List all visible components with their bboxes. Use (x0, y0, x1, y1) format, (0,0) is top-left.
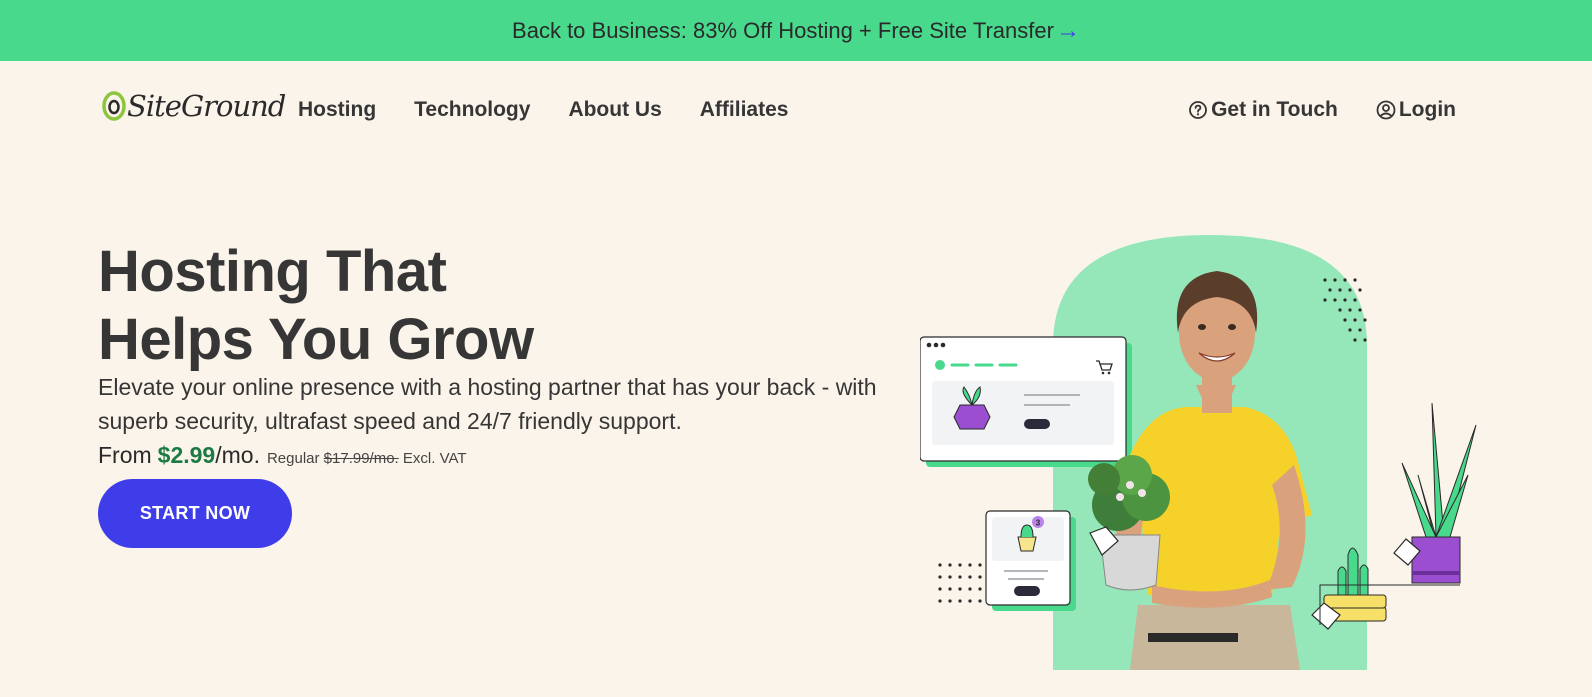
logo-text: SiteGround (127, 89, 286, 123)
start-now-button[interactable]: START NOW (98, 479, 292, 548)
hero-title-line-1: Hosting That (98, 239, 447, 304)
login-label[interactable]: Login (1399, 98, 1456, 122)
nav-item-about-us[interactable]: About Us (568, 98, 661, 122)
nav-item-technology[interactable]: Technology (414, 98, 530, 122)
product-card-small: 3 (985, 510, 1076, 611)
primary-menu: Hosting Technology About Us Affiliates (298, 98, 788, 122)
user-circle-icon (1376, 100, 1396, 120)
regular-label: Regular (266, 450, 320, 467)
promo-text[interactable]: Back to Business: 83% Off Hosting + Free… (512, 18, 1054, 44)
get-in-touch-label[interactable]: Get in Touch (1211, 98, 1338, 122)
question-circle-icon (1189, 101, 1207, 119)
price-line: From $2.99 /mo. Regular $17.99/mo. Excl.… (98, 442, 467, 469)
hero-illustration: 3 (920, 235, 1477, 670)
get-in-touch-link[interactable]: Get in Touch (1188, 98, 1338, 122)
price-suffix: /mo. (215, 442, 260, 468)
nav-item-hosting[interactable]: Hosting (298, 98, 376, 122)
logo-mark-icon (102, 91, 126, 121)
hero-subtitle: Elevate your online presence with a host… (98, 374, 877, 434)
purple-pot-icon (953, 404, 991, 430)
login-link[interactable]: Login (1376, 98, 1456, 122)
regular-price: $17.99/mo. (323, 450, 399, 467)
secondary-menu: Get in Touch Login (1188, 98, 1456, 122)
main-nav: SiteGround Hosting Technology About Us A… (0, 61, 1592, 161)
price-prefix: From (98, 442, 152, 468)
browser-window-card (920, 336, 1132, 467)
hero-title: Hosting That Helps You Grow (98, 238, 534, 374)
siteground-logo[interactable]: SiteGround (102, 89, 286, 123)
dot-pattern-bottom-left (938, 563, 982, 603)
price-amount: $2.99 (157, 442, 216, 468)
cart-badge-count: 3 (1036, 519, 1041, 528)
promo-banner[interactable]: Back to Business: 83% Off Hosting + Free… (0, 0, 1592, 61)
vat-note: Excl. VAT (402, 450, 467, 467)
nav-item-affiliates[interactable]: Affiliates (700, 98, 789, 122)
regular-price-note: Regular $17.99/mo. Excl. VAT (267, 450, 467, 467)
arrow-right-icon[interactable]: → (1056, 17, 1080, 45)
hero-title-line-2: Helps You Grow (98, 307, 534, 372)
